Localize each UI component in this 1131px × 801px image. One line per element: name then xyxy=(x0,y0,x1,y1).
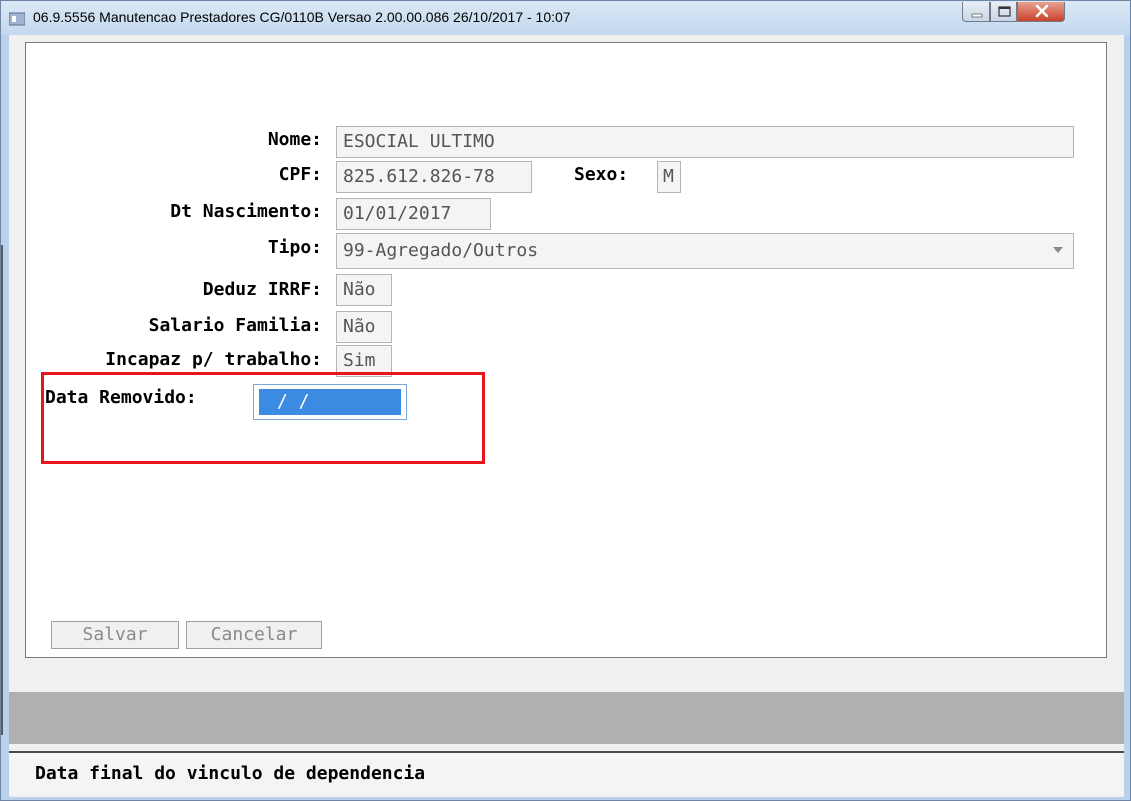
application-window: 06.9.5556 Manutencao Prestadores CG/0110… xyxy=(0,0,1131,801)
minimize-icon xyxy=(971,13,983,18)
status-bar: Data final do vinculo de dependencia xyxy=(9,751,1124,795)
form-panel: Nome: ESOCIAL ULTIMO CPF: 825.612.826-78… xyxy=(25,42,1107,658)
chevron-down-icon[interactable] xyxy=(1053,247,1063,253)
minimize-button[interactable] xyxy=(962,2,990,22)
tipo-label: Tipo: xyxy=(267,237,322,258)
status-text: Data final do vinculo de dependencia xyxy=(35,763,426,784)
sexo-label: Sexo: xyxy=(574,164,629,185)
incapaz-label: Incapaz p/ trabalho: xyxy=(105,349,322,370)
deduz-irrf-label: Deduz IRRF: xyxy=(202,279,322,300)
salvar-button[interactable]: Salvar xyxy=(51,621,179,649)
window-title: 06.9.5556 Manutencao Prestadores CG/0110… xyxy=(33,9,571,25)
maximize-button[interactable] xyxy=(990,2,1017,22)
cpf-field[interactable]: 825.612.826-78 xyxy=(336,161,532,193)
sexo-field[interactable]: M xyxy=(657,161,681,193)
toolbar-area xyxy=(9,692,1124,744)
cpf-label: CPF: xyxy=(278,164,322,185)
app-icon xyxy=(8,11,26,26)
dt-nascimento-label: Dt Nascimento: xyxy=(170,201,322,222)
salario-familia-field[interactable]: Não xyxy=(336,311,392,343)
cancelar-button[interactable]: Cancelar xyxy=(186,621,322,649)
nome-label: Nome: xyxy=(267,129,322,150)
nome-field[interactable]: ESOCIAL ULTIMO xyxy=(336,126,1074,158)
close-button[interactable] xyxy=(1017,2,1065,22)
dt-nascimento-field[interactable]: 01/01/2017 xyxy=(336,198,491,230)
maximize-icon xyxy=(998,6,1011,17)
tipo-value: 99-Agregado/Outros xyxy=(343,240,539,261)
deduz-irrf-field[interactable]: Não xyxy=(336,274,392,306)
title-bar[interactable]: 06.9.5556 Manutencao Prestadores CG/0110… xyxy=(1,1,1130,35)
tipo-select[interactable]: 99-Agregado/Outros xyxy=(336,233,1074,269)
salario-familia-label: Salario Familia: xyxy=(148,315,322,336)
window-edge xyxy=(1,245,3,735)
close-icon xyxy=(1035,4,1049,18)
highlight-box xyxy=(41,372,485,464)
